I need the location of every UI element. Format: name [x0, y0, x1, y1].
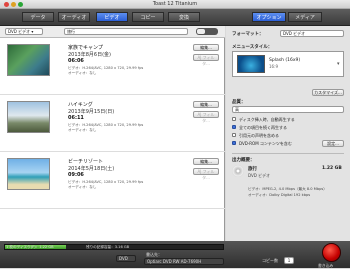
output-size: 1.22 GB — [322, 166, 342, 171]
item-title: ビーチリゾート — [68, 159, 104, 165]
disc-icon — [232, 165, 244, 177]
settings-button[interactable]: 設定... — [322, 140, 344, 147]
menu-style-name: Splash (16x9) — [269, 58, 301, 63]
edit-button[interactable]: 編集... — [193, 158, 219, 165]
item-duration: 06:06 — [68, 58, 84, 64]
window-title: Toast 12 Titanium — [152, 1, 198, 7]
item-title: ハイキング — [68, 102, 93, 108]
tab-data[interactable]: データ — [22, 12, 54, 22]
item-audio-info: オーディオ：なし — [68, 128, 97, 132]
remaining-capacity-label: 残りの記録容量：3.16 GB — [86, 245, 130, 249]
item-audio-info: オーディオ：なし — [68, 71, 97, 75]
dvd-rom-checkbox[interactable] — [232, 141, 236, 145]
menu-style-aspect: 16:9 — [269, 64, 278, 69]
item-date: 2014年5月18日(土) — [68, 166, 115, 172]
copies-value: 1 — [287, 258, 291, 263]
filter-button[interactable]: AJ フィルタ... — [193, 168, 219, 180]
quality-select-value: 高 — [235, 107, 239, 112]
disc-type-value: DVD — [119, 256, 128, 261]
bottom-bar: 1 枚のディスク(F)：1.22 GB 残りの記録容量：3.16 GB DVD … — [0, 241, 350, 268]
tab-options[interactable]: オプション — [252, 12, 286, 22]
disc-name-value: 旅行 — [67, 29, 75, 34]
filter-button[interactable]: AJ フィルタ... — [193, 54, 219, 66]
list-item[interactable]: 家族でキャンプ 2013年8月6日(金) 06:06 ビデオ：H.264/AVC… — [0, 38, 225, 95]
menu-style-label: メニュースタイル： — [232, 45, 273, 50]
output-type: DVD ビデオ — [248, 173, 271, 178]
tab-audio[interactable]: オーディオ — [58, 12, 90, 22]
disc-name-input[interactable]: 旅行 — [64, 28, 188, 35]
continuous-play-checkbox[interactable] — [232, 125, 236, 129]
video-thumbnail — [7, 101, 50, 133]
disc-usage-label: 1 枚のディスク(F)：1.22 GB — [6, 245, 54, 249]
chevron-down-icon[interactable]: ▾ — [337, 61, 340, 67]
include-source-label: 引用元の声明を含める — [239, 133, 279, 138]
main-toolbar: データ オーディオ ビデオ コピー 変換 オプション メディア — [0, 9, 350, 26]
divider — [232, 153, 344, 154]
item-date: 2013年8月6日(金) — [68, 52, 111, 58]
tab-convert[interactable]: 変換 — [168, 12, 200, 22]
format-select-value: DVD ビデオ — [283, 31, 306, 36]
view-toggle[interactable] — [196, 28, 218, 35]
filter-button[interactable]: AJ フィルタ... — [193, 111, 219, 123]
tab-media[interactable]: メディア — [288, 12, 322, 22]
output-video: ビデオ：MPEG-2, 4.0 Mbps（最大 8.0 Mbps） — [248, 187, 327, 191]
dvd-rom-label: DVD-ROM コンテンツを含む — [239, 141, 292, 146]
include-source-checkbox[interactable] — [232, 133, 236, 137]
quality-select[interactable]: 高 — [232, 106, 344, 113]
video-list-pane: DVD ビデオ ▾ 旅行 家族でキャンプ 2013年8月6日(金) 06:06 … — [0, 26, 225, 267]
output-summary-label: 出力概要： — [232, 158, 255, 163]
item-title: 家族でキャンプ — [68, 45, 103, 51]
autoplay-label: ディスク挿入時、自動再生する — [239, 117, 295, 122]
edit-button[interactable]: 編集... — [193, 101, 219, 108]
list-item[interactable]: ハイキング 2013年9月15日(日) 06:11 ビデオ：H.264/AVC,… — [0, 95, 225, 152]
item-duration: 09:06 — [68, 172, 84, 178]
quality-label: 品質： — [232, 100, 246, 105]
copies-input[interactable]: 1 — [284, 257, 294, 264]
continuous-play-label: 全ての項目を続く再生する — [239, 125, 287, 130]
options-pane: フォーマット： DVD ビデオ メニュースタイル： Splash (16x9) … — [226, 26, 350, 241]
video-thumbnail — [7, 158, 50, 190]
tab-copy[interactable]: コピー — [132, 12, 164, 22]
recorder-value: Optiarc DVD RW AD-7690H — [147, 259, 202, 264]
burn-label: 書き込み — [318, 263, 334, 268]
copies-label: コピー数 — [262, 258, 278, 263]
disc-format-select[interactable]: DVD ビデオ ▾ — [5, 28, 43, 35]
autoplay-checkbox[interactable] — [232, 117, 236, 121]
item-date: 2013年9月15日(日) — [68, 109, 115, 115]
video-thumbnail — [7, 44, 50, 76]
format-select[interactable]: DVD ビデオ — [280, 30, 344, 37]
disc-type-select[interactable]: DVD — [116, 255, 136, 262]
format-label: フォーマット： — [232, 32, 264, 37]
menu-style-picker[interactable]: Splash (16x9) 16:9 ▾ — [232, 51, 344, 77]
output-title: 旅行 — [248, 167, 257, 172]
title-bar: Toast 12 Titanium — [0, 0, 350, 9]
list-item[interactable]: ビーチリゾート 2014年5月18日(土) 09:06 ビデオ：H.264/AV… — [0, 152, 225, 209]
burn-button[interactable] — [322, 243, 341, 262]
disc-format-value: DVD ビデオ — [8, 29, 31, 34]
source-bar: DVD ビデオ ▾ 旅行 — [0, 26, 225, 38]
menu-style-thumbnail — [237, 55, 265, 73]
item-audio-info: オーディオ：なし — [68, 185, 97, 189]
item-duration: 06:11 — [68, 115, 84, 121]
edit-button[interactable]: 編集... — [193, 44, 219, 51]
tab-video[interactable]: ビデオ — [96, 12, 128, 22]
view-toggle-knob — [197, 29, 205, 34]
recorder-select[interactable]: Optiarc DVD RW AD-7690H — [144, 258, 224, 265]
customize-button[interactable]: カスタマイズ... — [312, 89, 344, 96]
output-audio: オーディオ：Dolby Digital 192 kbps — [248, 193, 311, 197]
